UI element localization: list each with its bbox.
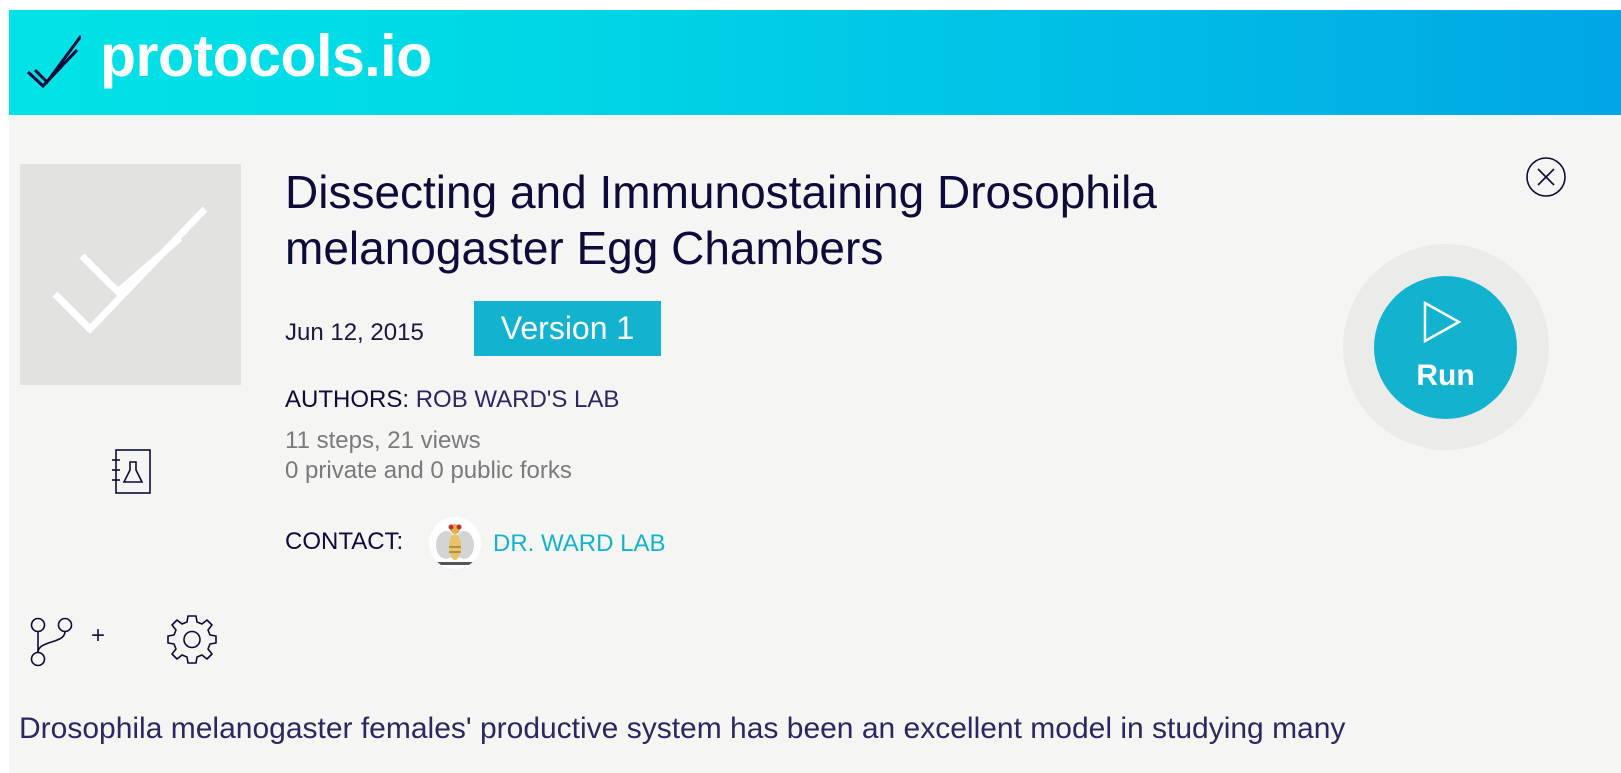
protocol-date: Jun 12, 2015 xyxy=(285,319,424,346)
protocol-title: Dissecting and Immunostaining Drosophila… xyxy=(285,166,1157,274)
run-button[interactable]: Run xyxy=(1374,276,1517,419)
checkmark-placeholder-icon xyxy=(52,206,208,335)
site-logo[interactable]: protocols.io xyxy=(100,20,432,92)
fly-avatar-icon xyxy=(436,524,474,565)
steps-views: 11 steps, 21 views xyxy=(285,427,481,454)
play-icon xyxy=(1423,300,1462,344)
forks-count: 0 private and 0 public forks xyxy=(285,457,572,484)
fork-icon[interactable] xyxy=(29,616,75,668)
authors-label: AUTHORS: xyxy=(285,386,410,413)
protocol-description: Drosophila melanogaster females' product… xyxy=(19,712,1346,745)
run-label: Run xyxy=(1416,359,1475,392)
close-icon[interactable] xyxy=(1525,156,1567,198)
authors-line: AUTHORS: ROB WARD'S LAB xyxy=(285,385,619,415)
fork-plus[interactable]: + xyxy=(91,621,105,651)
gear-icon[interactable] xyxy=(166,613,218,665)
contact-label: CONTACT: xyxy=(285,528,404,555)
header-bar: protocols.io xyxy=(9,10,1621,115)
checkmark-logo-icon xyxy=(26,35,81,89)
authors-value[interactable]: ROB WARD'S LAB xyxy=(416,386,620,413)
protocol-stats: 11 steps, 21 views 0 private and 0 publi… xyxy=(285,426,572,486)
contact-name-link[interactable]: DR. WARD LAB xyxy=(493,529,665,559)
avatar[interactable] xyxy=(429,517,481,569)
lab-notebook-icon[interactable] xyxy=(112,448,154,496)
protocol-thumbnail xyxy=(20,164,241,385)
version-badge[interactable]: Version 1 xyxy=(474,301,661,356)
protocol-panel: protocols.io Dissecting and Immunostaini… xyxy=(9,10,1621,773)
